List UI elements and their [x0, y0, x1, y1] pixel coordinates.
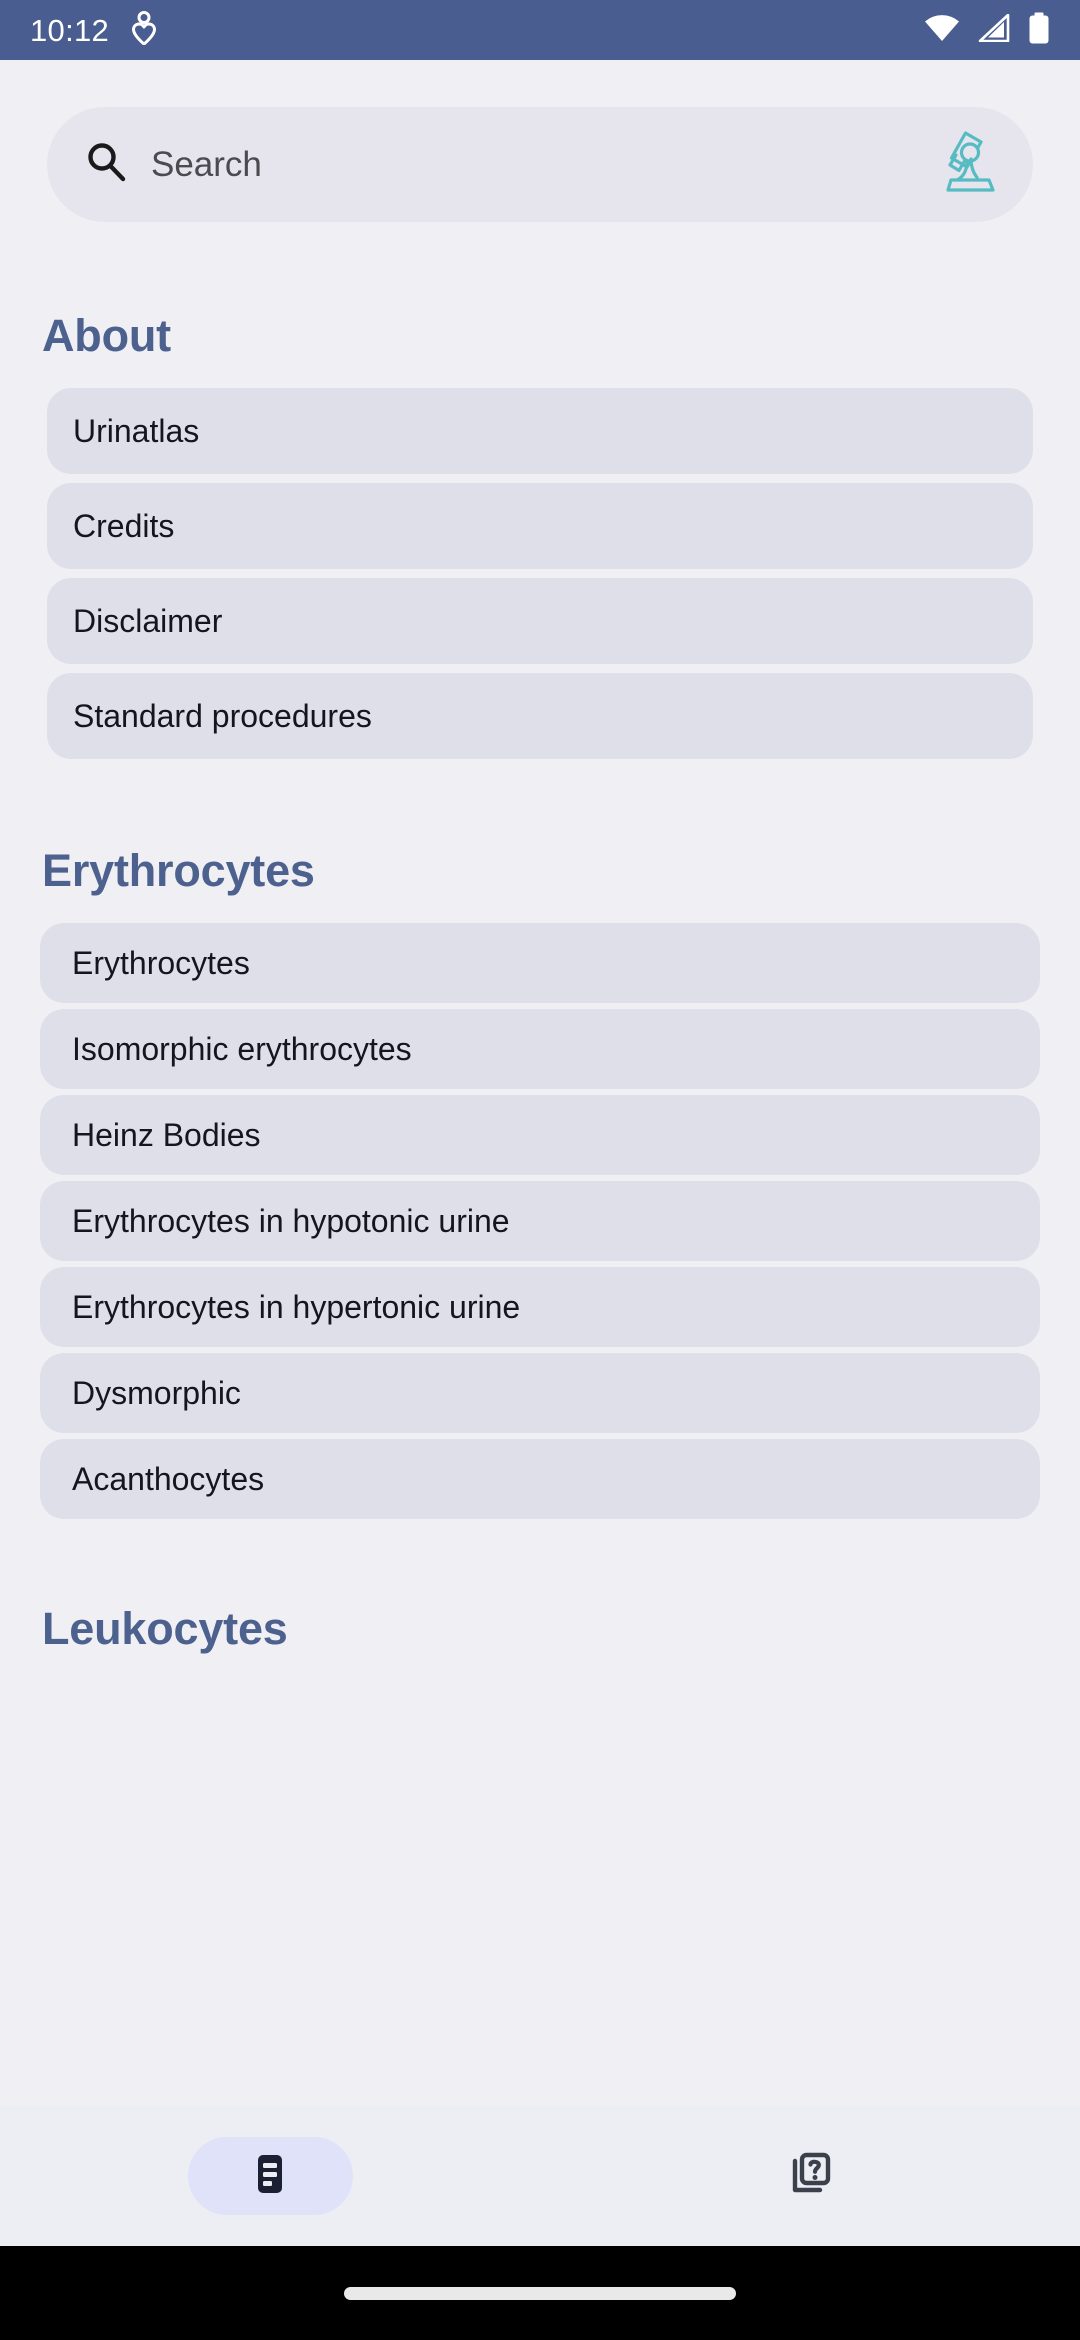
- phone-screen: 10:12 Search About Urinatlas Credits Dis…: [0, 0, 1080, 2340]
- list-item-erythrocytes-hypertonic-urine[interactable]: Erythrocytes in hypertonic urine: [40, 1267, 1040, 1347]
- list-item-label: Credits: [73, 508, 175, 544]
- section-leukocytes: Leukocytes: [0, 1603, 1080, 1655]
- nav-active-indicator: [187, 2137, 353, 2215]
- list-item-label: Erythrocytes in hypertonic urine: [72, 1289, 521, 1325]
- search-bar[interactable]: Search: [47, 107, 1033, 222]
- list-item-label: Erythrocytes in hypotonic urine: [72, 1203, 510, 1239]
- erythrocytes-item-list: Erythrocytes Isomorphic erythrocytes Hei…: [0, 923, 1080, 1519]
- section-header-about: About: [42, 310, 171, 361]
- heart-health-icon: [131, 10, 157, 50]
- list-item-label: Dysmorphic: [72, 1375, 241, 1411]
- article-list-icon: [244, 2148, 296, 2205]
- list-item-urinatlas[interactable]: Urinatlas: [47, 388, 1033, 474]
- list-item-credits[interactable]: Credits: [47, 483, 1033, 569]
- list-item-label: Disclaimer: [73, 603, 223, 639]
- list-item-standard-procedures[interactable]: Standard procedures: [47, 673, 1033, 759]
- section-about: About Urinatlas Credits Disclaimer Stand…: [0, 310, 1080, 759]
- nav-item-atlas[interactable]: [0, 2137, 540, 2215]
- nav-inactive-indicator: [728, 2137, 893, 2215]
- list-item-acanthocytes[interactable]: Acanthocytes: [40, 1439, 1040, 1519]
- list-item-heinz-bodies[interactable]: Heinz Bodies: [40, 1095, 1040, 1175]
- list-item-disclaimer[interactable]: Disclaimer: [47, 578, 1033, 664]
- microscope-icon[interactable]: [937, 127, 999, 202]
- cellular-signal-icon: [978, 13, 1010, 47]
- list-item-dysmorphic[interactable]: Dysmorphic: [40, 1353, 1040, 1433]
- section-header-erythrocytes: Erythrocytes: [42, 845, 315, 896]
- about-item-list: Urinatlas Credits Disclaimer Standard pr…: [0, 388, 1080, 759]
- wifi-icon: [924, 14, 960, 47]
- list-item-label: Standard procedures: [73, 698, 372, 734]
- nav-item-quiz[interactable]: [540, 2137, 1080, 2215]
- search-icon: [85, 141, 127, 188]
- list-item-erythrocytes[interactable]: Erythrocytes: [40, 923, 1040, 1003]
- bottom-navigation-bar: [0, 2106, 1080, 2246]
- home-indicator[interactable]: [344, 2286, 736, 2300]
- battery-icon: [1028, 12, 1050, 49]
- list-item-label: Urinatlas: [73, 413, 200, 449]
- list-item-label: Isomorphic erythrocytes: [72, 1031, 412, 1067]
- list-item-label: Erythrocytes: [72, 945, 250, 981]
- list-item-label: Heinz Bodies: [72, 1117, 261, 1153]
- status-bar-left: 10:12: [30, 10, 157, 50]
- quiz-cards-icon: [784, 2148, 836, 2205]
- content-scroll-area[interactable]: Search About Urinatlas Credits Disclaime…: [0, 60, 1080, 2106]
- status-bar: 10:12: [0, 0, 1080, 60]
- status-bar-clock: 10:12: [30, 12, 110, 48]
- status-bar-right: [924, 12, 1050, 49]
- list-item-erythrocytes-hypotonic-urine[interactable]: Erythrocytes in hypotonic urine: [40, 1181, 1040, 1261]
- section-header-leukocytes: Leukocytes: [42, 1603, 288, 1654]
- search-input[interactable]: Search: [151, 147, 925, 182]
- list-item-label: Acanthocytes: [72, 1461, 265, 1497]
- section-erythrocytes: Erythrocytes Erythrocytes Isomorphic ery…: [0, 845, 1080, 1519]
- system-gesture-bar: [0, 2246, 1080, 2340]
- list-item-isomorphic-erythrocytes[interactable]: Isomorphic erythrocytes: [40, 1009, 1040, 1089]
